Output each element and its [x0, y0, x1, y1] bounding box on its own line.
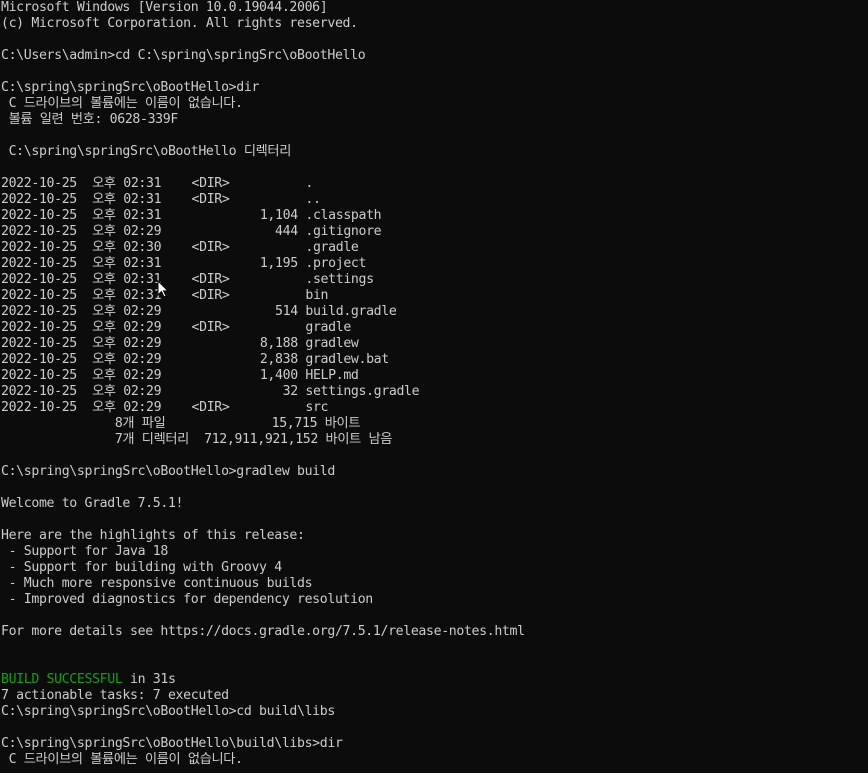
terminal-line: 볼륨 일련 번호: 0628-339F — [0, 112, 868, 128]
terminal-text: C:\spring\springSrc\oBootHello 디렉터리 — [1, 144, 292, 159]
terminal-line: - Support for building with Groovy 4 — [0, 560, 868, 576]
terminal-text: - Much more responsive continuous builds — [1, 576, 313, 591]
terminal-line: - Much more responsive continuous builds — [0, 576, 868, 592]
terminal-line: 2022-10-25 오후 02:31 <DIR> .. — [0, 192, 868, 208]
terminal-line: Microsoft Windows [Version 10.0.19044.20… — [0, 0, 868, 16]
terminal-line: 8개 파일 15,715 바이트 — [0, 416, 868, 432]
terminal-text: C 드라이브의 볼륨에는 이름이 없습니다. — [1, 96, 243, 111]
terminal-line: Here are the highlights of this release: — [0, 528, 868, 544]
terminal-line: 2022-10-25 오후 02:29 8,188 gradlew — [0, 336, 868, 352]
terminal-line: - Improved diagnostics for dependency re… — [0, 592, 868, 608]
terminal-text: 2022-10-25 오후 02:29 444 .gitignore — [1, 224, 382, 239]
terminal-text: Here are the highlights of this release: — [1, 528, 305, 543]
terminal-line: For more details see https://docs.gradle… — [0, 624, 868, 640]
terminal-line: C 드라이브의 볼륨에는 이름이 없습니다. — [0, 752, 868, 768]
terminal-line: 7개 디렉터리 712,911,921,152 바이트 남음 — [0, 432, 868, 448]
terminal-line: C:\spring\springSrc\oBootHello>dir — [0, 80, 868, 96]
terminal-line: 2022-10-25 오후 02:31 1,195 .project — [0, 256, 868, 272]
terminal-text: C:\Users\admin>cd C:\spring\springSrc\oB… — [1, 48, 366, 63]
terminal-text: 8개 파일 15,715 바이트 — [1, 416, 361, 431]
terminal-text: 볼륨 일련 번호: 0628-339F — [1, 112, 179, 127]
terminal-line: 7 actionable tasks: 7 executed — [0, 688, 868, 704]
terminal-text: 2022-10-25 오후 02:29 <DIR> src — [1, 400, 329, 415]
terminal-text: - Improved diagnostics for dependency re… — [1, 592, 374, 607]
terminal-line: C:\spring\springSrc\oBootHello 디렉터리 — [0, 144, 868, 160]
terminal-line: C:\spring\springSrc\oBootHello\build\lib… — [0, 736, 868, 752]
terminal-line: C:\spring\springSrc\oBootHello>gradlew b… — [0, 464, 868, 480]
terminal-text: 2022-10-25 오후 02:31 1,195 .project — [1, 256, 367, 271]
terminal-line: (c) Microsoft Corporation. All rights re… — [0, 16, 868, 32]
terminal-line: 2022-10-25 오후 02:30 <DIR> .gradle — [0, 240, 868, 256]
terminal-line: C:\spring\springSrc\oBootHello>cd build\… — [0, 704, 868, 720]
terminal-text: 2022-10-25 오후 02:29 <DIR> gradle — [1, 320, 351, 335]
terminal-text: 7개 디렉터리 712,911,921,152 바이트 남음 — [1, 432, 393, 447]
terminal-line: Welcome to Gradle 7.5.1! — [0, 496, 868, 512]
terminal-text: - Support for Java 18 — [1, 544, 169, 559]
terminal-line: 2022-10-25 오후 02:31 1,104 .classpath — [0, 208, 868, 224]
terminal-line: 2022-10-25 오후 02:29 <DIR> gradle — [0, 320, 868, 336]
terminal-line: 2022-10-25 오후 02:29 514 build.gradle — [0, 304, 868, 320]
terminal-text: 2022-10-25 오후 02:31 <DIR> bin — [1, 288, 329, 303]
terminal-text: 7 actionable tasks: 7 executed — [1, 688, 229, 703]
terminal-text: C:\spring\springSrc\oBootHello\build\lib… — [1, 736, 343, 751]
terminal-text: - Support for building with Groovy 4 — [1, 560, 283, 575]
terminal-text: 2022-10-25 오후 02:29 8,188 gradlew — [1, 336, 359, 351]
terminal-text: (c) Microsoft Corporation. All rights re… — [1, 16, 358, 31]
terminal-text: C 드라이브의 볼륨에는 이름이 없습니다. — [1, 752, 243, 767]
terminal-line: BUILD SUCCESSFUL in 31s — [0, 672, 868, 688]
terminal-line: 2022-10-25 오후 02:31 <DIR> .settings — [0, 272, 868, 288]
terminal-line: 2022-10-25 오후 02:29 2,838 gradlew.bat — [0, 352, 868, 368]
terminal-text: 2022-10-25 오후 02:29 2,838 gradlew.bat — [1, 352, 389, 367]
terminal-text: 2022-10-25 오후 02:31 1,104 .classpath — [1, 208, 382, 223]
terminal-text: C:\spring\springSrc\oBootHello>gradlew b… — [1, 464, 335, 479]
terminal-text: For more details see https://docs.gradle… — [1, 624, 525, 639]
terminal-line: 2022-10-25 오후 02:29 32 settings.gradle — [0, 384, 868, 400]
terminal-text: C:\spring\springSrc\oBootHello>cd build\… — [1, 704, 335, 719]
terminal-text: 2022-10-25 오후 02:31 <DIR> .. — [1, 192, 321, 207]
terminal-line: 2022-10-25 오후 02:31 <DIR> bin — [0, 288, 868, 304]
terminal-line: - Support for Java 18 — [0, 544, 868, 560]
terminal-line: 2022-10-25 오후 02:29 <DIR> src — [0, 400, 868, 416]
terminal-line: 2022-10-25 오후 02:31 <DIR> . — [0, 176, 868, 192]
terminal-text: Welcome to Gradle 7.5.1! — [1, 496, 184, 511]
terminal-line: 2022-10-25 오후 02:29 444 .gitignore — [0, 224, 868, 240]
terminal-text: 2022-10-25 오후 02:31 <DIR> .settings — [1, 272, 374, 287]
terminal-text: Microsoft Windows [Version 10.0.19044.20… — [1, 0, 328, 15]
terminal-line: 2022-10-25 오후 02:29 1,400 HELP.md — [0, 368, 868, 384]
terminal-line: C:\Users\admin>cd C:\spring\springSrc\oB… — [0, 48, 868, 64]
terminal-line: C 드라이브의 볼륨에는 이름이 없습니다. — [0, 96, 868, 112]
terminal-output[interactable]: Microsoft Windows [Version 10.0.19044.20… — [0, 0, 868, 773]
terminal-text: 2022-10-25 오후 02:29 1,400 HELP.md — [1, 368, 359, 383]
terminal-text: C:\spring\springSrc\oBootHello>dir — [1, 80, 260, 95]
terminal-text: 2022-10-25 오후 02:31 <DIR> . — [1, 176, 313, 191]
terminal-text: 2022-10-25 오후 02:30 <DIR> .gradle — [1, 240, 359, 255]
terminal-text: 2022-10-25 오후 02:29 514 build.gradle — [1, 304, 397, 319]
build-status-text: BUILD SUCCESSFUL — [1, 672, 123, 687]
terminal-text: 2022-10-25 오후 02:29 32 settings.gradle — [1, 384, 420, 399]
terminal-text: in 31s — [122, 672, 176, 687]
